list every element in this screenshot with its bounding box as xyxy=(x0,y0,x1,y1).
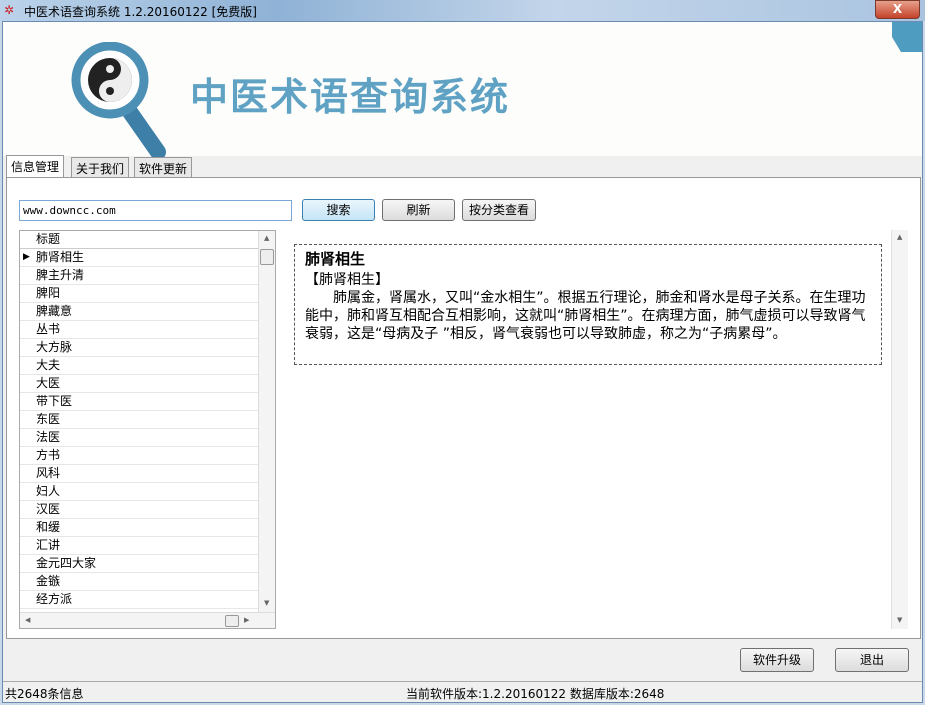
list-item[interactable]: 脾阳 xyxy=(20,285,258,303)
search-input[interactable] xyxy=(19,200,292,221)
list-item[interactable]: 脾主升清 xyxy=(20,267,258,285)
list-item[interactable]: 脾藏意 xyxy=(20,303,258,321)
list-item-label: 大医 xyxy=(36,376,61,390)
term-detail: 肺肾相生 【肺肾相生】 肺属金，肾属水，又叫“金水相生”。根据五行理论，肺金和肾… xyxy=(294,244,882,365)
list-item-label: 风科 xyxy=(36,466,61,480)
list-vertical-scrollbar[interactable]: ▲ ▼ xyxy=(258,231,275,612)
scroll-up-icon[interactable]: ▲ xyxy=(897,233,902,241)
detail-title: 肺肾相生 xyxy=(305,250,366,268)
term-list: 标题 ▶ 肺肾相生脾主升清脾阳脾藏意丛书大方脉大夫大医带下医东医法医方书风科妇人汉… xyxy=(19,230,276,629)
status-bar: 共2648条信息 当前软件版本:1.2.20160122 数据库版本:2648 xyxy=(3,681,922,702)
corner-decoration xyxy=(892,22,922,52)
list-item[interactable]: 带下医 xyxy=(20,393,258,411)
list-item-label: 妇人 xyxy=(36,484,61,498)
app-title: 中医术语查询系统 xyxy=(190,75,511,119)
list-item-label: 大方脉 xyxy=(36,340,73,354)
list-item[interactable]: 方书 xyxy=(20,447,258,465)
scroll-left-icon[interactable]: ◀ xyxy=(25,616,30,624)
list-item[interactable]: 金镞 xyxy=(20,573,258,591)
list-item-label: 脾主升清 xyxy=(36,268,85,282)
app-icon: ✲ xyxy=(4,3,15,17)
detail-scrollbar[interactable]: ▲ ▼ xyxy=(891,230,908,629)
list-item-label: 金元四大家 xyxy=(36,556,97,570)
tab-software-update[interactable]: 软件更新 xyxy=(134,157,193,177)
list-item-label: 方书 xyxy=(36,448,61,462)
list-item-label: 汇讲 xyxy=(36,538,61,552)
scroll-up-icon[interactable]: ▲ xyxy=(264,234,269,242)
banner: 中医术语查询系统 xyxy=(3,22,922,160)
scroll-down-icon[interactable]: ▼ xyxy=(264,599,269,607)
list-item[interactable]: 大医 xyxy=(20,375,258,393)
list-item-label: 肺肾相生 xyxy=(36,250,85,264)
list-item[interactable]: 风科 xyxy=(20,465,258,483)
list-item[interactable]: 大方脉 xyxy=(20,339,258,357)
exit-button[interactable]: 退出 xyxy=(835,648,909,672)
refresh-button[interactable]: 刷新 xyxy=(382,199,455,221)
list-item-label: 和缓 xyxy=(36,520,61,534)
title-bar: ✲ 中医术语查询系统 1.2.20160122 [免费版] X xyxy=(0,0,925,21)
list-item-label: 汉医 xyxy=(36,502,61,516)
tab-info-management[interactable]: 信息管理 xyxy=(6,155,65,178)
list-item[interactable]: ▶ 肺肾相生 xyxy=(20,249,258,267)
hscroll-thumb[interactable] xyxy=(225,615,239,627)
record-count: 共2648条信息 xyxy=(5,687,84,701)
window-title: 中医术语查询系统 1.2.20160122 [免费版] xyxy=(24,5,257,19)
scroll-right-icon[interactable]: ▶ xyxy=(244,616,249,624)
scroll-thumb[interactable] xyxy=(260,249,274,265)
list-item-label: 脾藏意 xyxy=(36,304,73,318)
upgrade-button[interactable]: 软件升级 xyxy=(740,648,814,672)
list-item[interactable]: 汉医 xyxy=(20,501,258,519)
window-client: 中医术语查询系统 信息管理 关于我们 软件更新 搜索 刷新 按分类查看 标题 ▶… xyxy=(2,21,923,703)
search-button[interactable]: 搜索 xyxy=(302,199,375,221)
list-item-label: 法医 xyxy=(36,430,61,444)
list-item-label: 金镞 xyxy=(36,574,61,588)
list-item-label: 脾阳 xyxy=(36,286,61,300)
list-item-label: 大夫 xyxy=(36,358,61,372)
list-item[interactable]: 大夫 xyxy=(20,357,258,375)
list-item-label: 带下医 xyxy=(36,394,73,408)
scroll-down-icon[interactable]: ▼ xyxy=(897,616,902,624)
info-panel: 搜索 刷新 按分类查看 标题 ▶ 肺肾相生脾主升清脾阳脾藏意丛书大方脉大夫大医带下… xyxy=(6,177,921,639)
list-item[interactable]: 金元四大家 xyxy=(20,555,258,573)
column-header-title[interactable]: 标题 xyxy=(20,231,258,249)
list-item[interactable]: 和缓 xyxy=(20,519,258,537)
list-item[interactable]: 丛书 xyxy=(20,321,258,339)
close-button[interactable]: X xyxy=(875,0,920,19)
list-item[interactable]: 东医 xyxy=(20,411,258,429)
list-item-label: 经方派 xyxy=(36,592,73,606)
detail-body: 【肺肾相生】 肺属金，肾属水，又叫“金水相生”。根据五行理论，肺金和肾水是母子关… xyxy=(305,272,866,342)
version-info: 当前软件版本:1.2.20160122 数据库版本:2648 xyxy=(406,687,665,701)
list-item[interactable]: 法医 xyxy=(20,429,258,447)
list-item[interactable]: 经方派 xyxy=(20,591,258,609)
list-item[interactable]: 汇讲 xyxy=(20,537,258,555)
list-item-label: 丛书 xyxy=(36,322,61,336)
category-view-button[interactable]: 按分类查看 xyxy=(462,199,536,221)
list-horizontal-scrollbar[interactable]: ◀ ▶ xyxy=(20,612,275,628)
list-item-label: 东医 xyxy=(36,412,61,426)
tab-about-us[interactable]: 关于我们 xyxy=(71,157,130,177)
yin-yang-magnifier-icon xyxy=(71,42,166,160)
list-item[interactable]: 妇人 xyxy=(20,483,258,501)
row-selector-icon: ▶ xyxy=(23,252,30,262)
